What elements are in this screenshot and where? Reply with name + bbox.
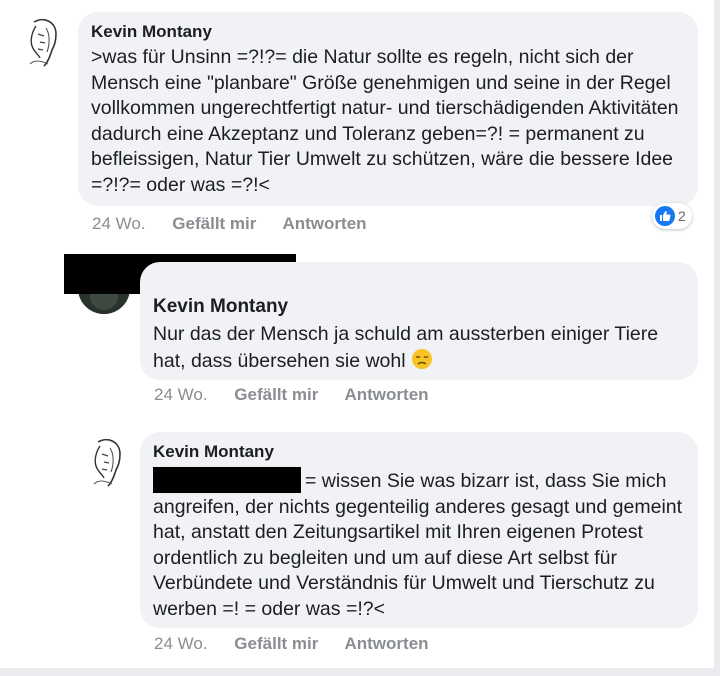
comment-author[interactable]: Kevin Montany	[153, 296, 684, 318]
comment-timestamp[interactable]: 24 Wo.	[154, 385, 208, 404]
comment-text: Nur das der Mensch ja schuld am aussterb…	[153, 322, 673, 377]
author-avatar[interactable]	[14, 14, 68, 68]
sketch-face-avatar-icon	[78, 434, 132, 488]
comment-actions: 24 Wo. Gefällt mir Antworten	[154, 634, 451, 654]
comment-bubble: Kevin Montany = wissen Sie was bizarr is…	[140, 432, 698, 628]
comment-actions: 24 Wo. Gefällt mir Antworten	[92, 214, 389, 234]
like-button[interactable]: Gefällt mir	[234, 385, 318, 404]
reaction-summary[interactable]: 2	[652, 203, 692, 229]
comment-bubble: Kevin Montany Nur das der Mensch ja schu…	[140, 262, 698, 380]
redacted-mention-block	[153, 467, 301, 493]
like-button[interactable]: Gefällt mir	[234, 634, 318, 653]
comment-text: = wissen Sie was bizarr ist, dass Sie mi…	[153, 467, 683, 622]
reply-button[interactable]: Antworten	[344, 634, 428, 653]
comment-author[interactable]: Kevin Montany	[91, 22, 684, 42]
comment-text: >was für Unsinn =?!?= die Natur sollte e…	[91, 46, 679, 196]
reply-button[interactable]: Antworten	[282, 214, 366, 233]
comment-author[interactable]: Kevin Montany	[153, 442, 684, 462]
comment-actions: 24 Wo. Gefällt mir Antworten	[154, 385, 451, 405]
thumbs-up-icon	[655, 206, 675, 226]
sketch-face-avatar-icon	[14, 14, 68, 68]
comment-timestamp[interactable]: 24 Wo.	[92, 214, 146, 233]
like-button[interactable]: Gefällt mir	[172, 214, 256, 233]
author-avatar[interactable]	[78, 434, 132, 488]
reply-button[interactable]: Antworten	[344, 385, 428, 404]
comment-timestamp[interactable]: 24 Wo.	[154, 634, 208, 653]
comment-text-body: Nur das der Mensch ja schuld am aussterb…	[153, 323, 659, 372]
disappointed-face-icon	[411, 348, 433, 378]
comment-bubble: Kevin Montany >was für Unsinn =?!?= die …	[78, 12, 698, 206]
reaction-count: 2	[678, 208, 686, 224]
